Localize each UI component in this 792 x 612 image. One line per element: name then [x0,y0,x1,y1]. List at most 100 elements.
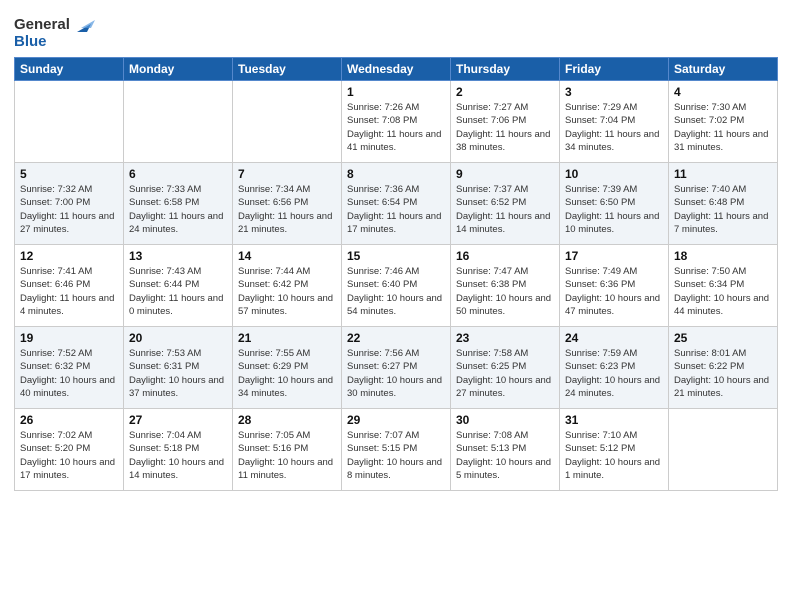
cell-info-text: Sunrise: 7:33 AM Sunset: 6:58 PM Dayligh… [129,183,227,236]
calendar-cell: 12Sunrise: 7:41 AM Sunset: 6:46 PM Dayli… [15,245,124,327]
calendar-cell: 18 Sunrise: 7:50 AM Sunset: 6:34 PM Dayli… [669,245,778,327]
day-number: 5 [20,167,118,181]
day-number: 16 [456,249,554,263]
cell-info-text: Sunrise: 7:08 AM Sunset: 5:13 PM Dayligh… [456,429,554,482]
calendar-cell: 6 Sunrise: 7:33 AM Sunset: 6:58 PM Daylig… [124,163,233,245]
cell-info-text: Sunrise: 7:36 AM Sunset: 6:54 PM Dayligh… [347,183,445,236]
day-number: 11 [674,167,772,181]
cell-info-text: Sunrise: 7:47 AM Sunset: 6:38 PM Dayligh… [456,265,554,318]
cell-info-text: Sunrise: 7:10 AM Sunset: 5:12 PM Dayligh… [565,429,663,482]
cell-info-text: Sunrise: 8:01 AM Sunset: 6:22 PM Dayligh… [674,347,772,400]
calendar-cell: 4 Sunrise: 7:30 AM Sunset: 7:02 PM Daylig… [669,81,778,163]
cell-info-text: Sunrise: 7:55 AM Sunset: 6:29 PM Dayligh… [238,347,336,400]
cell-info-text: Sunrise: 7:26 AM Sunset: 7:08 PM Dayligh… [347,101,445,154]
day-number: 13 [129,249,227,263]
cell-info-text: Sunrise: 7:44 AM Sunset: 6:42 PM Dayligh… [238,265,336,318]
cell-info-text: Sunrise: 7:50 AM Sunset: 6:34 PM Dayligh… [674,265,772,318]
day-number: 30 [456,413,554,427]
day-number: 19 [20,331,118,345]
cell-info-text: Sunrise: 7:56 AM Sunset: 6:27 PM Dayligh… [347,347,445,400]
calendar-cell: 3Sunrise: 7:29 AM Sunset: 7:04 PM Daylig… [560,81,669,163]
calendar-cell: 23Sunrise: 7:58 AM Sunset: 6:25 PM Dayli… [451,327,560,409]
calendar-table: SundayMondayTuesdayWednesdayThursdayFrid… [14,57,778,491]
cell-info-text: Sunrise: 7:37 AM Sunset: 6:52 PM Dayligh… [456,183,554,236]
calendar-cell: 19 Sunrise: 7:52 AM Sunset: 6:32 PM Dayli… [15,327,124,409]
cell-info-text: Sunrise: 7:59 AM Sunset: 6:23 PM Dayligh… [565,347,663,400]
day-number: 31 [565,413,663,427]
calendar-week-row: 26 Sunrise: 7:02 AM Sunset: 5:20 PM Dayli… [15,409,778,491]
calendar-cell: 17 Sunrise: 7:49 AM Sunset: 6:36 PM Dayli… [560,245,669,327]
calendar-cell [124,81,233,163]
day-number: 7 [238,167,336,181]
cell-info-text: Sunrise: 7:43 AM Sunset: 6:44 PM Dayligh… [129,265,227,318]
calendar-day-header: Wednesday [342,58,451,81]
day-number: 9 [456,167,554,181]
cell-info-text: Sunrise: 7:07 AM Sunset: 5:15 PM Dayligh… [347,429,445,482]
calendar-week-row: 5 Sunrise: 7:32 AM Sunset: 7:00 PM Daylig… [15,163,778,245]
logo-text: General Blue [14,14,95,51]
day-number: 20 [129,331,227,345]
calendar-day-header: Tuesday [233,58,342,81]
cell-info-text: Sunrise: 7:53 AM Sunset: 6:31 PM Dayligh… [129,347,227,400]
cell-info-text: Sunrise: 7:40 AM Sunset: 6:48 PM Dayligh… [674,183,772,236]
page-container: General Blue SundayMondayTuesdayWednesda… [0,0,792,501]
day-number: 8 [347,167,445,181]
logo-icon [73,14,95,36]
logo: General Blue [14,14,95,51]
calendar-day-header: Monday [124,58,233,81]
day-number: 17 [565,249,663,263]
day-number: 28 [238,413,336,427]
calendar-cell: 8 Sunrise: 7:36 AM Sunset: 6:54 PM Daylig… [342,163,451,245]
calendar-day-header: Friday [560,58,669,81]
calendar-cell: 1 Sunrise: 7:26 AM Sunset: 7:08 PM Daylig… [342,81,451,163]
day-number: 1 [347,85,445,99]
calendar-week-row: 19 Sunrise: 7:52 AM Sunset: 6:32 PM Dayli… [15,327,778,409]
calendar-cell [15,81,124,163]
calendar-cell: 26 Sunrise: 7:02 AM Sunset: 5:20 PM Dayli… [15,409,124,491]
day-number: 22 [347,331,445,345]
calendar-cell: 24 Sunrise: 7:59 AM Sunset: 6:23 PM Dayli… [560,327,669,409]
cell-info-text: Sunrise: 7:32 AM Sunset: 7:00 PM Dayligh… [20,183,118,236]
cell-info-text: Sunrise: 7:49 AM Sunset: 6:36 PM Dayligh… [565,265,663,318]
cell-info-text: Sunrise: 7:34 AM Sunset: 6:56 PM Dayligh… [238,183,336,236]
cell-info-text: Sunrise: 7:39 AM Sunset: 6:50 PM Dayligh… [565,183,663,236]
calendar-cell: 9 Sunrise: 7:37 AM Sunset: 6:52 PM Daylig… [451,163,560,245]
day-number: 6 [129,167,227,181]
day-number: 4 [674,85,772,99]
logo-general: General [14,16,70,34]
calendar-cell: 14 Sunrise: 7:44 AM Sunset: 6:42 PM Dayli… [233,245,342,327]
calendar-cell [233,81,342,163]
day-number: 24 [565,331,663,345]
day-number: 14 [238,249,336,263]
calendar-cell: 28 Sunrise: 7:05 AM Sunset: 5:16 PM Dayli… [233,409,342,491]
day-number: 29 [347,413,445,427]
calendar-cell: 7 Sunrise: 7:34 AM Sunset: 6:56 PM Daylig… [233,163,342,245]
header: General Blue [14,10,778,51]
day-number: 3 [565,85,663,99]
day-number: 15 [347,249,445,263]
calendar-cell: 13 Sunrise: 7:43 AM Sunset: 6:44 PM Dayli… [124,245,233,327]
day-number: 27 [129,413,227,427]
calendar-cell: 25 Sunrise: 8:01 AM Sunset: 6:22 PM Dayli… [669,327,778,409]
cell-info-text: Sunrise: 7:30 AM Sunset: 7:02 PM Dayligh… [674,101,772,154]
cell-info-text: Sunrise: 7:27 AM Sunset: 7:06 PM Dayligh… [456,101,554,154]
calendar-day-header: Saturday [669,58,778,81]
day-number: 25 [674,331,772,345]
calendar-cell: 11 Sunrise: 7:40 AM Sunset: 6:48 PM Dayli… [669,163,778,245]
day-number: 26 [20,413,118,427]
day-number: 23 [456,331,554,345]
cell-info-text: Sunrise: 7:04 AM Sunset: 5:18 PM Dayligh… [129,429,227,482]
cell-info-text: Sunrise: 7:52 AM Sunset: 6:32 PM Dayligh… [20,347,118,400]
day-number: 18 [674,249,772,263]
cell-info-text: Sunrise: 7:05 AM Sunset: 5:16 PM Dayligh… [238,429,336,482]
calendar-cell: 27 Sunrise: 7:04 AM Sunset: 5:18 PM Dayli… [124,409,233,491]
calendar-cell: 29 Sunrise: 7:07 AM Sunset: 5:15 PM Dayli… [342,409,451,491]
cell-info-text: Sunrise: 7:41 AM Sunset: 6:46 PM Dayligh… [20,265,118,318]
calendar-day-header: Sunday [15,58,124,81]
calendar-cell: 20 Sunrise: 7:53 AM Sunset: 6:31 PM Dayli… [124,327,233,409]
calendar-cell [669,409,778,491]
cell-info-text: Sunrise: 7:02 AM Sunset: 5:20 PM Dayligh… [20,429,118,482]
calendar-header-row: SundayMondayTuesdayWednesdayThursdayFrid… [15,58,778,81]
calendar-week-row: 1 Sunrise: 7:26 AM Sunset: 7:08 PM Daylig… [15,81,778,163]
day-number: 2 [456,85,554,99]
